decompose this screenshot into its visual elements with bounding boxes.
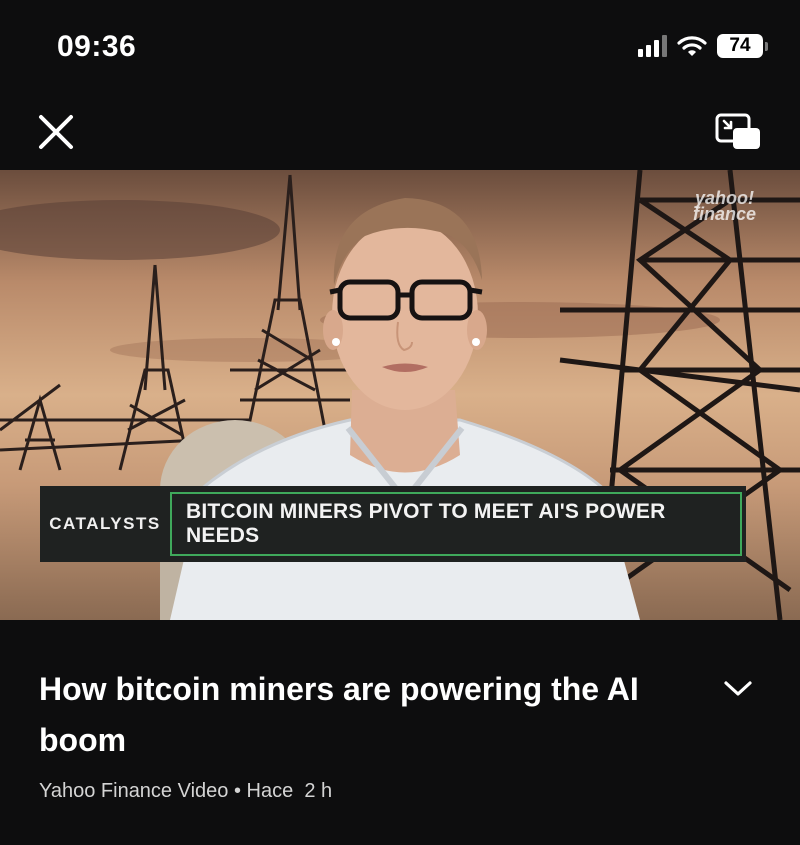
watermark-line2: finance	[692, 204, 756, 224]
picture-in-picture-button[interactable]	[714, 112, 762, 152]
video-meta: Yahoo Finance Video • Hace 2 h	[39, 780, 332, 803]
video-lower-third: CATALYSTS BITCOIN MINERS PIVOT TO MEET A…	[40, 486, 746, 562]
chevron-down-icon	[724, 681, 752, 696]
meta-separator: •	[233, 780, 241, 802]
yahoo-finance-watermark: yahoo! finance	[692, 189, 756, 224]
close-button[interactable]	[36, 112, 76, 152]
status-time: 09:36	[57, 30, 137, 63]
lower-third-headline: BITCOIN MINERS PIVOT TO MEET AI'S POWER …	[170, 492, 742, 556]
video-player[interactable]: yahoo! finance CATALYSTS BITCOIN MINERS …	[0, 170, 800, 620]
expand-details-button[interactable]	[722, 676, 754, 700]
cellular-signal-icon	[638, 35, 667, 57]
close-icon	[39, 115, 73, 149]
battery-icon: 74	[717, 34, 768, 58]
battery-level: 74	[717, 34, 763, 58]
lower-third-tag: CATALYSTS	[49, 514, 161, 533]
wifi-icon	[677, 36, 707, 56]
status-icons: 74	[638, 34, 768, 58]
picture-in-picture-icon	[715, 113, 760, 149]
video-title: How bitcoin miners are powering the AI b…	[39, 671, 639, 758]
video-source: Yahoo Finance Video	[39, 780, 229, 802]
video-time-ago: Hace 2 h	[246, 780, 333, 802]
